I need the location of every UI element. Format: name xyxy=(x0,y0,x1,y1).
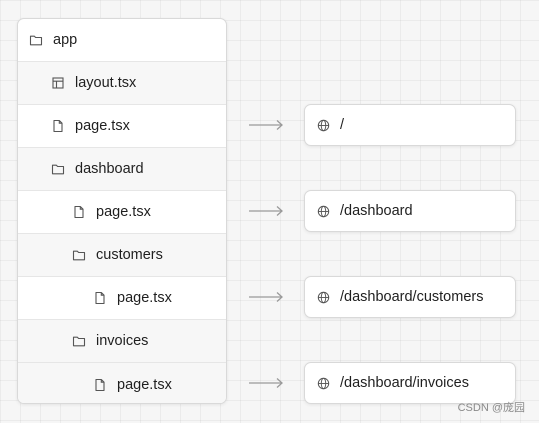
tree-item-label: customers xyxy=(96,247,163,263)
route-path: /dashboard/customers xyxy=(340,289,484,305)
tree-item-layout-file[interactable]: layout.tsx xyxy=(18,62,226,105)
globe-icon xyxy=(317,119,330,132)
file-icon xyxy=(51,119,65,133)
route-dashboard-customers[interactable]: /dashboard/customers xyxy=(304,276,516,318)
tree-item-label: page.tsx xyxy=(117,290,172,306)
file-icon xyxy=(72,205,86,219)
route-path: / xyxy=(340,117,345,133)
tree-item-dashboard-page-file[interactable]: page.tsx xyxy=(18,191,226,234)
file-tree-panel: app layout.tsx page.tsx dashboard page.t… xyxy=(17,18,227,404)
tree-item-label: page.tsx xyxy=(96,204,151,220)
file-icon xyxy=(93,378,107,392)
globe-icon xyxy=(317,291,330,304)
arrow-right-icon xyxy=(248,377,284,389)
route-path: /dashboard xyxy=(340,203,413,219)
arrow-right-icon xyxy=(248,119,284,131)
route-root[interactable]: / xyxy=(304,104,516,146)
arrow-right-icon xyxy=(248,291,284,303)
folder-icon xyxy=(51,162,65,176)
route-dashboard-invoices[interactable]: /dashboard/invoices xyxy=(304,362,516,404)
tree-item-label: app xyxy=(53,32,78,48)
file-icon xyxy=(93,291,107,305)
folder-icon xyxy=(72,334,86,348)
tree-item-customers-folder[interactable]: customers xyxy=(18,234,226,277)
tree-item-invoices-page-file[interactable]: page.tsx xyxy=(18,363,226,403)
watermark: CSDN @庞园 xyxy=(457,402,525,414)
tree-item-label: invoices xyxy=(96,333,149,349)
tree-item-label: dashboard xyxy=(75,161,144,177)
globe-icon xyxy=(317,205,330,218)
layout-file-icon xyxy=(51,76,65,90)
tree-item-root-page-file[interactable]: page.tsx xyxy=(18,105,226,148)
tree-item-customers-page-file[interactable]: page.tsx xyxy=(18,277,226,320)
globe-icon xyxy=(317,377,330,390)
tree-item-invoices-folder[interactable]: invoices xyxy=(18,320,226,363)
route-path: /dashboard/invoices xyxy=(340,375,469,391)
tree-item-label: page.tsx xyxy=(117,376,172,393)
tree-item-app-folder[interactable]: app xyxy=(18,19,226,62)
arrow-right-icon xyxy=(248,205,284,217)
tree-item-label: layout.tsx xyxy=(75,75,137,91)
tree-item-label: page.tsx xyxy=(75,118,130,134)
tree-item-dashboard-folder[interactable]: dashboard xyxy=(18,148,226,191)
folder-icon xyxy=(29,33,43,47)
folder-icon xyxy=(72,248,86,262)
route-dashboard[interactable]: /dashboard xyxy=(304,190,516,232)
